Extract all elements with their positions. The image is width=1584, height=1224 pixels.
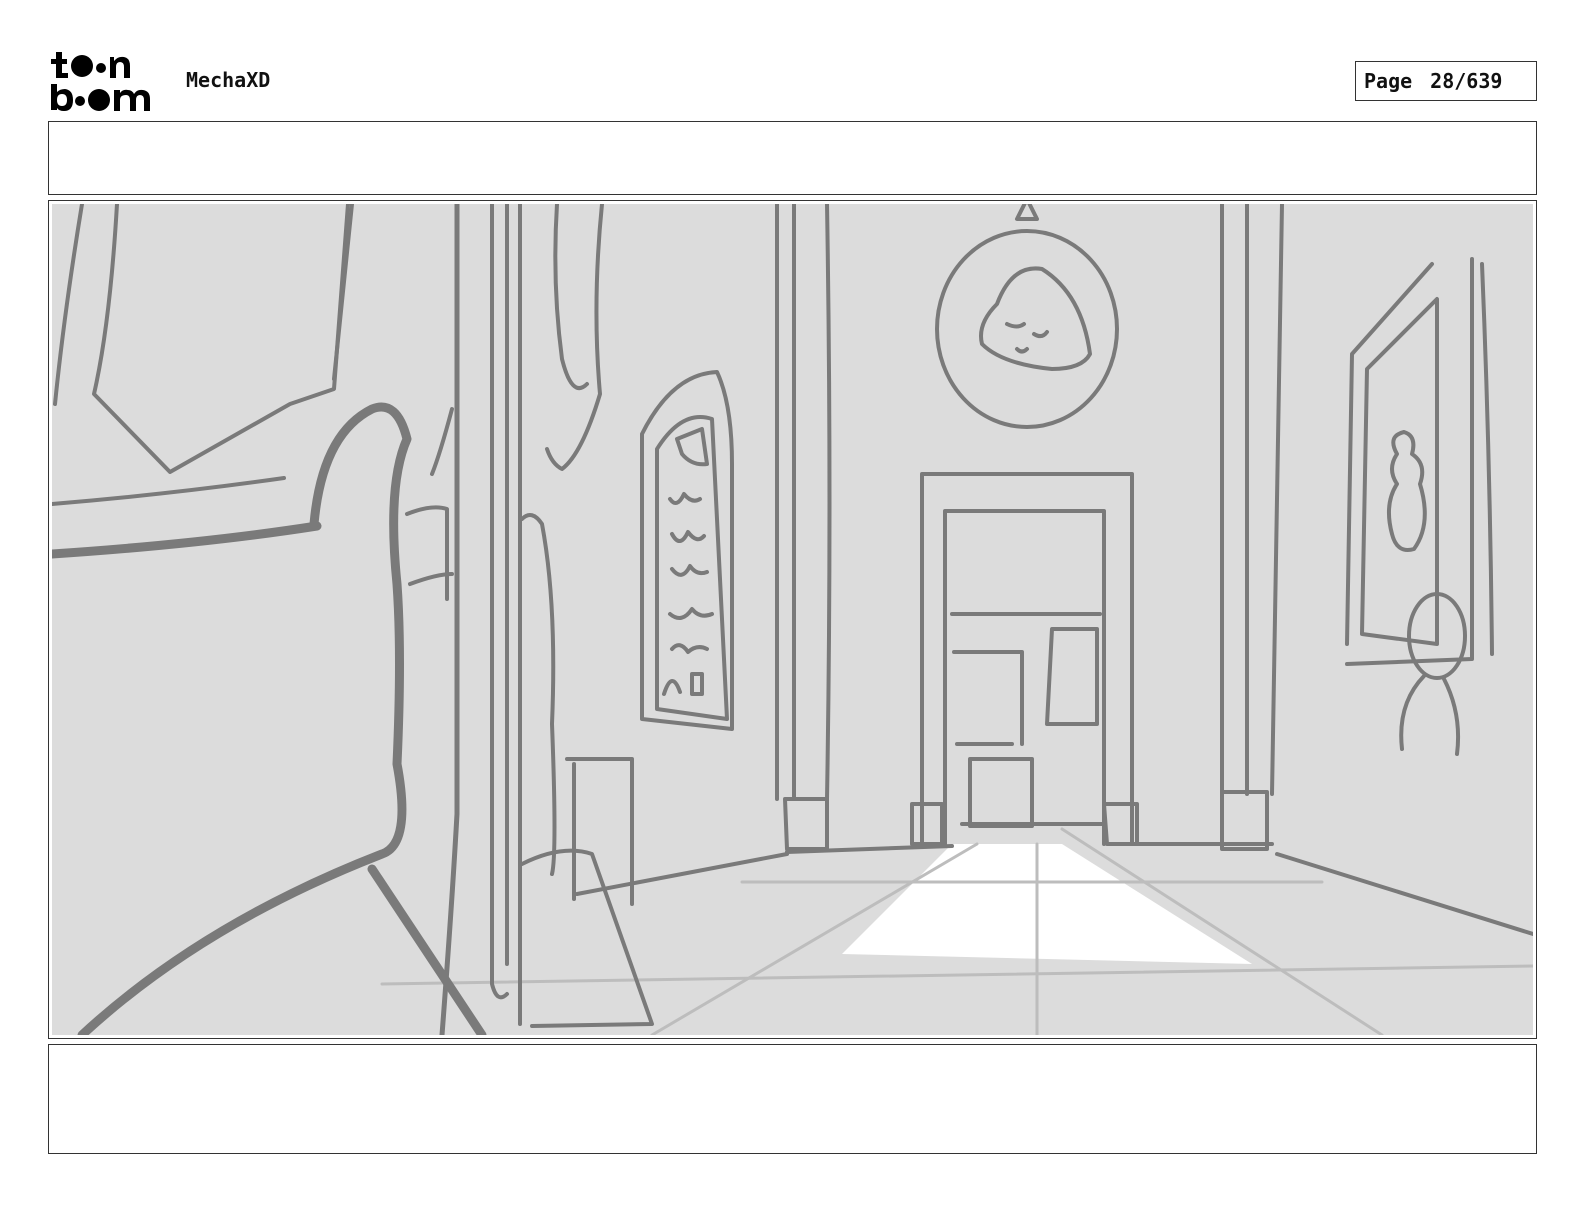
page-counter: Page 28/639 (1355, 61, 1537, 101)
dialogue-panel (48, 121, 1537, 195)
toon-boom-logo (50, 50, 166, 112)
project-title: MechaXD (186, 68, 271, 92)
storyboard-frame (48, 200, 1537, 1039)
notes-panel (48, 1044, 1537, 1154)
page-label: Page (1364, 69, 1413, 93)
page-number: 28/639 (1430, 69, 1503, 93)
storyboard-sketch (52, 204, 1533, 1035)
